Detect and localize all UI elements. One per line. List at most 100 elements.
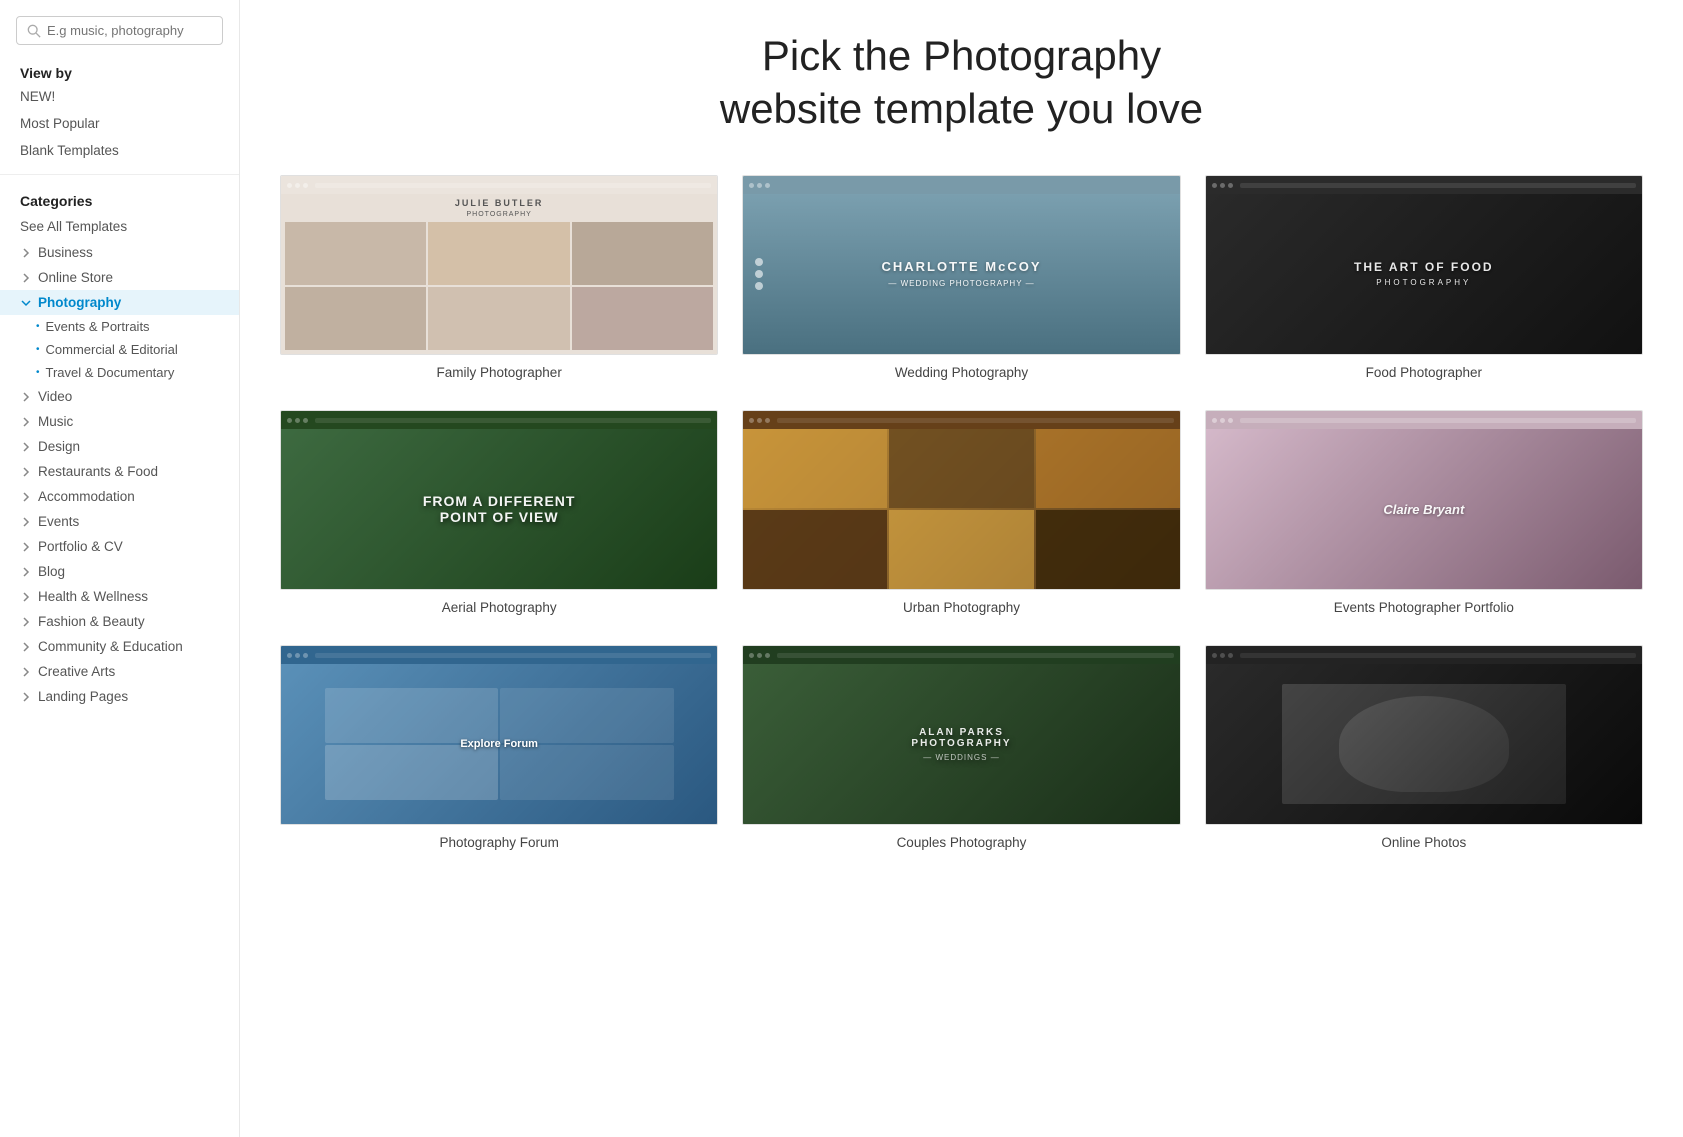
cat-label-music: Music	[38, 414, 73, 429]
chevron-right-icon	[20, 247, 32, 259]
template-name-food: Food Photographer	[1205, 365, 1643, 380]
cat-label-accommodation: Accommodation	[38, 489, 135, 504]
sidebar-item-see-all[interactable]: See All Templates	[0, 213, 239, 240]
cat-label-community: Community & Education	[38, 639, 183, 654]
template-name-wedding: Wedding Photography	[742, 365, 1180, 380]
chevron-right-icon	[20, 272, 32, 284]
chevron-right-icon	[20, 491, 32, 503]
chevron-right-icon	[20, 541, 32, 553]
sidebar-item-blank-templates[interactable]: Blank Templates	[0, 137, 239, 164]
sidebar-item-landing[interactable]: Landing Pages	[0, 684, 239, 709]
subitem-events-portraits[interactable]: Events & Portraits	[36, 315, 239, 338]
search-input[interactable]	[47, 23, 212, 38]
sidebar-item-community[interactable]: Community & Education	[0, 634, 239, 659]
sidebar-item-restaurants[interactable]: Restaurants & Food	[0, 459, 239, 484]
chevron-right-icon	[20, 441, 32, 453]
chevron-right-icon	[20, 391, 32, 403]
sidebar-item-music[interactable]: Music	[0, 409, 239, 434]
mock-chrome	[743, 646, 1179, 664]
templates-grid: JULIE BUTLERPHOTOGRAPHY Family Photograp…	[280, 175, 1643, 850]
cat-label-video: Video	[38, 389, 72, 404]
cat-label-events: Events	[38, 514, 79, 529]
sidebar-item-business[interactable]: Business	[0, 240, 239, 265]
template-thumb-forum: Explore Forum	[280, 645, 718, 825]
template-card-urban[interactable]: Urban Photography	[742, 410, 1180, 615]
template-name-family: Family Photographer	[280, 365, 718, 380]
cat-label-fashion: Fashion & Beauty	[38, 614, 145, 629]
template-thumb-online	[1205, 645, 1643, 825]
view-by-heading: View by	[0, 61, 239, 83]
template-name-forum: Photography Forum	[280, 835, 718, 850]
chevron-right-icon	[20, 566, 32, 578]
mock-chrome	[281, 646, 717, 664]
cat-label-restaurants: Restaurants & Food	[38, 464, 158, 479]
template-thumb-wedding: CHARLOTTE McCOY— WEDDING PHOTOGRAPHY —	[742, 175, 1180, 355]
template-card-wedding[interactable]: CHARLOTTE McCOY— WEDDING PHOTOGRAPHY — W…	[742, 175, 1180, 380]
photography-subitems: Events & Portraits Commercial & Editoria…	[0, 315, 239, 384]
chevron-right-icon	[20, 466, 32, 478]
cat-label-blog: Blog	[38, 564, 65, 579]
cat-label-photography: Photography	[38, 295, 121, 310]
chevron-right-icon	[20, 666, 32, 678]
cat-label-design: Design	[38, 439, 80, 454]
subitem-travel-documentary[interactable]: Travel & Documentary	[36, 361, 239, 384]
sidebar-item-events[interactable]: Events	[0, 509, 239, 534]
sidebar-item-blog[interactable]: Blog	[0, 559, 239, 584]
sidebar-item-portfolio[interactable]: Portfolio & CV	[0, 534, 239, 559]
chevron-right-icon	[20, 616, 32, 628]
search-icon	[27, 24, 41, 38]
template-thumb-aerial: FROM A DIFFERENTPOINT OF VIEW	[280, 410, 718, 590]
mock-chrome	[281, 411, 717, 429]
sidebar-item-design[interactable]: Design	[0, 434, 239, 459]
categories-heading: Categories	[0, 185, 239, 213]
page-title: Pick the Photography website template yo…	[280, 30, 1643, 135]
template-name-couples: Couples Photography	[742, 835, 1180, 850]
template-name-urban: Urban Photography	[742, 600, 1180, 615]
template-card-events[interactable]: Claire Bryant Events Photographer Portfo…	[1205, 410, 1643, 615]
template-name-events: Events Photographer Portfolio	[1205, 600, 1643, 615]
template-card-couples[interactable]: ALAN PARKSPHOTOGRAPHY— WEDDINGS — Couple…	[742, 645, 1180, 850]
sidebar-item-most-popular[interactable]: Most Popular	[0, 110, 239, 137]
divider	[0, 174, 239, 175]
sidebar-item-video[interactable]: Video	[0, 384, 239, 409]
cat-label-creative: Creative Arts	[38, 664, 115, 679]
sidebar-item-new[interactable]: NEW!	[0, 83, 239, 110]
cat-label-portfolio: Portfolio & CV	[38, 539, 123, 554]
template-card-aerial[interactable]: FROM A DIFFERENTPOINT OF VIEW Aerial Pho…	[280, 410, 718, 615]
sidebar-item-accommodation[interactable]: Accommodation	[0, 484, 239, 509]
chevron-right-icon	[20, 691, 32, 703]
chevron-right-icon	[20, 591, 32, 603]
sidebar: View by NEW! Most Popular Blank Template…	[0, 0, 240, 1137]
mock-chrome	[1206, 646, 1642, 664]
sidebar-item-health[interactable]: Health & Wellness	[0, 584, 239, 609]
template-thumb-events: Claire Bryant	[1205, 410, 1643, 590]
template-name-online: Online Photos	[1205, 835, 1643, 850]
sidebar-item-online-store[interactable]: Online Store	[0, 265, 239, 290]
template-thumb-family: JULIE BUTLERPHOTOGRAPHY	[280, 175, 718, 355]
chevron-right-icon	[20, 416, 32, 428]
template-card-online[interactable]: Online Photos	[1205, 645, 1643, 850]
template-thumb-urban	[742, 410, 1180, 590]
cat-label-business: Business	[38, 245, 93, 260]
template-thumb-couples: ALAN PARKSPHOTOGRAPHY— WEDDINGS —	[742, 645, 1180, 825]
chevron-down-icon	[20, 297, 32, 309]
sidebar-item-fashion[interactable]: Fashion & Beauty	[0, 609, 239, 634]
sidebar-item-photography[interactable]: Photography	[0, 290, 239, 315]
search-box[interactable]	[16, 16, 223, 45]
template-name-aerial: Aerial Photography	[280, 600, 718, 615]
template-thumb-food: THE ART OF FOODPHOTOGRAPHY	[1205, 175, 1643, 355]
mock-chrome	[1206, 176, 1642, 194]
chevron-right-icon	[20, 516, 32, 528]
cat-label-health: Health & Wellness	[38, 589, 148, 604]
cat-label-landing: Landing Pages	[38, 689, 128, 704]
template-card-family[interactable]: JULIE BUTLERPHOTOGRAPHY Family Photograp…	[280, 175, 718, 380]
main-content: Pick the Photography website template yo…	[240, 0, 1683, 1137]
sidebar-item-creative[interactable]: Creative Arts	[0, 659, 239, 684]
mock-chrome	[1206, 411, 1642, 429]
mock-chrome	[743, 176, 1179, 194]
cat-label-online-store: Online Store	[38, 270, 113, 285]
subitem-commercial-editorial[interactable]: Commercial & Editorial	[36, 338, 239, 361]
mock-chrome	[743, 411, 1179, 429]
template-card-forum[interactable]: Explore Forum Photography Forum	[280, 645, 718, 850]
template-card-food[interactable]: THE ART OF FOODPHOTOGRAPHY Food Photogra…	[1205, 175, 1643, 380]
